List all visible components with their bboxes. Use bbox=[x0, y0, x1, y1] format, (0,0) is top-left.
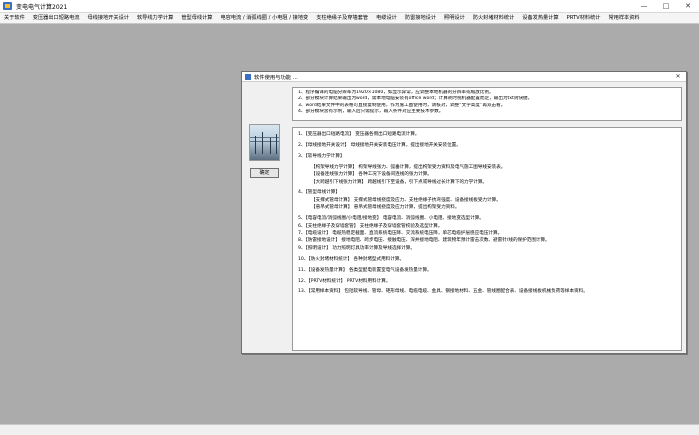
feature-list-panel: 1、【变压器出口短路电流】 变压器各侧出口短路电流计算。 2、【母线接地开关设计】… bbox=[292, 127, 682, 351]
app-icon bbox=[3, 2, 12, 10]
feature-subitem: 【支撑式管母计算】 支撑式管母线挠度及应力、支柱绝缘子抗弯强度、设备接线板受力计… bbox=[311, 197, 501, 203]
feature-subitem: 【设备连线张力计算】 各种工况下设备间连线的张力计算。 bbox=[311, 172, 432, 178]
window-titlebar: 变电电气计算2021 — □ ✕ bbox=[0, 0, 699, 13]
menu-item[interactable]: 设备发热量计算 bbox=[518, 13, 562, 23]
feature-item: 4、【管型母线计算】 bbox=[298, 190, 340, 196]
menu-item[interactable]: 软导线力学计算 bbox=[133, 13, 177, 23]
menu-bar: 关于软件 变压器出口短路电流 母线接地开关设计 软导线力学计算 管型母线计算 电容电流 /… bbox=[0, 13, 699, 24]
feature-item: 5、【电容电流/消弧线圈/小电阻/接地变】 电容电流、消弧线圈、小电阻、接地变选… bbox=[298, 216, 484, 222]
menu-item[interactable]: 变压器出口短路电流 bbox=[29, 13, 84, 23]
feature-subitem: 【悬吊式管母计算】 悬吊式管母线挠度及应力计算，提出构架受力资料。 bbox=[311, 205, 460, 211]
feature-item: 2、【母线接地开关设计】 母线接地开关安装电压计算，提出接地开关安装位置。 bbox=[298, 142, 461, 148]
feature-item: 13、【常用样本资料】 包括软导线、管母、矩形母线、电缆电缆、金具、钢接地材料、… bbox=[298, 289, 588, 295]
feature-item: 1、【变压器出口短路电流】 变压器各侧出口短路电流计算。 bbox=[298, 132, 420, 137]
window-title: 变电电气计算2021 bbox=[16, 3, 68, 11]
menu-item[interactable]: 常用样本资料 bbox=[604, 13, 643, 23]
dialog-app-icon bbox=[245, 73, 251, 80]
menu-item[interactable]: 关于软件 bbox=[0, 13, 29, 23]
feature-item: 9、【照明设计】 功力照明灯具功率计算及导线选择计算。 bbox=[298, 245, 415, 251]
menu-item[interactable]: 支柱绝缘子及穿墙套管 bbox=[312, 13, 372, 23]
menu-item[interactable]: 防火封堵材料统计 bbox=[469, 13, 519, 23]
dialog-close-button[interactable]: ✕ bbox=[672, 72, 684, 82]
maximize-button[interactable]: □ bbox=[655, 0, 677, 13]
feature-subitem: 【构架导线力学计算】 构架导线张力、弧垂计算，提出构架受力资料及电气施工图导线安… bbox=[311, 164, 506, 170]
feature-item: 7、【电缆设计】 电缆热稳定截面、直流系统电压降、交流系统电压降，单芯电缆护层感… bbox=[298, 230, 503, 236]
close-button[interactable]: ✕ bbox=[677, 0, 699, 13]
usage-notes-panel: 1、程序编译的电脑分辨率为1920×1080，如显示异常，应调整本地机器的分辨率… bbox=[292, 87, 682, 121]
menu-item[interactable]: 电容电流 / 消弧线圈 / 小电阻 / 接地变 bbox=[216, 13, 312, 23]
menu-item[interactable]: 管型母线计算 bbox=[177, 13, 216, 23]
feature-subitem: 【大跨越引下线张力计算】 跨越线引下至设备，引下点或导线过长计算下的力学计算。 bbox=[311, 179, 488, 185]
dialog-title: 软件使用与功能 ... bbox=[254, 74, 298, 81]
substation-image bbox=[249, 124, 280, 161]
dialog-titlebar: 软件使用与功能 ... ✕ bbox=[242, 72, 686, 82]
minimize-button[interactable]: — bbox=[633, 0, 655, 13]
feature-item: 10、【防火封堵材料统计】 各种封堵型式用料计算。 bbox=[298, 256, 405, 262]
about-dialog: 软件使用与功能 ... ✕ 1、程序编译的电脑分辨率为1920×1080，如显示… bbox=[241, 71, 687, 354]
menu-item[interactable]: 照明设计 bbox=[440, 13, 469, 23]
status-bar bbox=[0, 424, 699, 435]
menu-item[interactable]: 电缆设计 bbox=[372, 13, 401, 23]
feature-item: 12、【PRTV材料统计】 PRTV材料用料计算。 bbox=[298, 278, 391, 284]
feature-item: 11、【设备发热量计算】 各类型配电装置室电气设备发热量计算。 bbox=[298, 267, 432, 273]
ok-button[interactable]: 确定 bbox=[250, 168, 279, 178]
feature-item: 8、【防雷接地设计】 接地电阻、跨步电压、接触电压、深井接地电阻、建筑物年预计雷… bbox=[298, 238, 550, 244]
menu-item[interactable]: 母线接地开关设计 bbox=[83, 13, 133, 23]
window-controls: — □ ✕ bbox=[633, 0, 699, 13]
feature-item: 6、【支柱绝缘子及穿墙套管】 支柱绝缘子及穿墙套管校验及选型计算。 bbox=[298, 223, 443, 229]
feature-item: 3、【软导线力学计算】 bbox=[298, 153, 345, 159]
menu-item[interactable]: PRTV材料统计 bbox=[563, 13, 605, 23]
menu-item[interactable]: 防雷接地设计 bbox=[401, 13, 440, 23]
usage-note: 4、部分模块含有示例，输入后只需提示，输入条件对应主要技术参数。 bbox=[298, 108, 444, 114]
